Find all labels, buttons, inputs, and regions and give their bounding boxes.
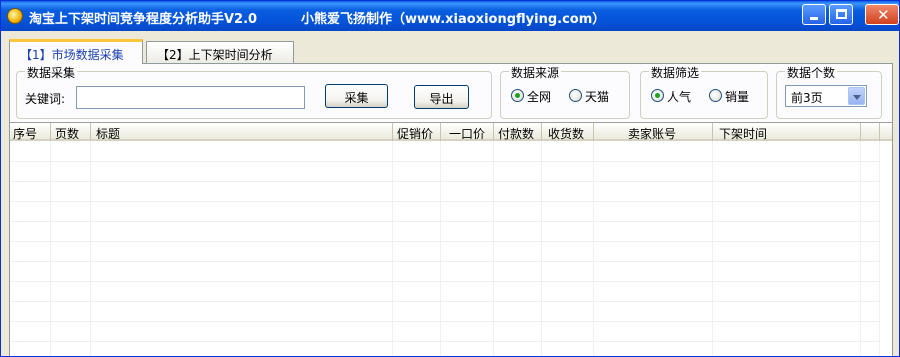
minimize-icon bbox=[810, 17, 818, 20]
grid-line bbox=[440, 141, 441, 356]
grid-line bbox=[10, 221, 880, 222]
page-count-value: 前3页 bbox=[791, 91, 823, 105]
grid-line bbox=[593, 141, 594, 356]
window-title: 淘宝上下架时间竞争程度分析助手V2.0 bbox=[29, 12, 258, 27]
filter-sales-radio[interactable] bbox=[709, 89, 722, 102]
col-title[interactable]: 标题 bbox=[91, 123, 393, 141]
grid-line bbox=[10, 321, 880, 322]
grid-line bbox=[90, 141, 91, 356]
col-promo-price[interactable]: 促销价 bbox=[393, 123, 441, 141]
keyword-label: 关键词: bbox=[25, 92, 66, 106]
filter-popularity-radio[interactable] bbox=[651, 89, 664, 102]
col-fixed-price[interactable]: 一口价 bbox=[441, 123, 494, 141]
close-icon: ✕ bbox=[877, 6, 890, 24]
source-group-title: 数据来源 bbox=[509, 64, 562, 81]
grid-line bbox=[879, 141, 880, 356]
col-seller[interactable]: 卖家账号 bbox=[594, 123, 713, 141]
grid-line bbox=[10, 201, 880, 202]
col-received-count[interactable]: 收货数 bbox=[542, 123, 594, 141]
source-all-radio[interactable] bbox=[511, 89, 524, 102]
tab-time-analysis[interactable]: 【2】上下架时间分析 bbox=[146, 41, 294, 63]
tab-panel: 数据采集 关键词: 采集 导出 数据来源 全网 天猫 数据筛选 人气 销量 数据… bbox=[9, 63, 893, 356]
filter-group: 数据筛选 人气 销量 bbox=[640, 64, 768, 119]
filter-group-title: 数据筛选 bbox=[649, 64, 702, 81]
filter-sales-label: 销量 bbox=[725, 90, 750, 104]
source-group: 数据来源 全网 天猫 bbox=[500, 64, 630, 119]
app-icon bbox=[7, 8, 23, 24]
col-index[interactable]: 序号 bbox=[10, 123, 51, 141]
grid-line bbox=[50, 141, 51, 356]
chevron-down-icon[interactable] bbox=[848, 87, 865, 105]
grid-line bbox=[493, 141, 494, 356]
table-header: 序号 页数 标题 促销价 一口价 付款数 收货数 卖家账号 下架时间 bbox=[10, 123, 892, 141]
app-window: 淘宝上下架时间竞争程度分析助手V2.0 小熊爱飞扬制作（www.xiaoxion… bbox=[0, 0, 900, 357]
grid-line bbox=[10, 261, 880, 262]
grid-line bbox=[10, 181, 880, 182]
grid-line bbox=[541, 141, 542, 356]
source-tmall-radio[interactable] bbox=[569, 89, 582, 102]
minimize-button[interactable] bbox=[802, 4, 826, 25]
grid-line bbox=[10, 241, 880, 242]
col-delist-time[interactable]: 下架时间 bbox=[713, 123, 861, 141]
count-group-title: 数据个数 bbox=[785, 64, 838, 81]
col-paid-count[interactable]: 付款数 bbox=[494, 123, 542, 141]
maximize-icon bbox=[836, 9, 847, 19]
grid-line bbox=[712, 141, 713, 356]
collect-button[interactable]: 采集 bbox=[325, 84, 388, 108]
count-group: 数据个数 前3页 bbox=[776, 64, 882, 119]
grid-line bbox=[10, 281, 880, 282]
source-all-label: 全网 bbox=[527, 90, 552, 104]
results-table[interactable]: 序号 页数 标题 促销价 一口价 付款数 收货数 卖家账号 下架时间 bbox=[10, 122, 892, 356]
export-button[interactable]: 导出 bbox=[414, 85, 469, 109]
collect-group: 数据采集 关键词: 采集 导出 bbox=[16, 64, 492, 119]
grid-line bbox=[10, 341, 880, 342]
col-filler bbox=[861, 123, 880, 141]
source-tmall-label: 天猫 bbox=[585, 90, 610, 104]
keyword-input[interactable] bbox=[76, 86, 305, 109]
grid-line bbox=[10, 161, 880, 162]
col-page[interactable]: 页数 bbox=[51, 123, 91, 141]
close-button[interactable]: ✕ bbox=[865, 4, 899, 25]
window-subtitle: 小熊爱飞扬制作（www.xiaoxiongflying.com） bbox=[301, 12, 606, 27]
title-bar[interactable]: 淘宝上下架时间竞争程度分析助手V2.0 小熊爱飞扬制作（www.xiaoxion… bbox=[1, 1, 899, 31]
tab-market-data[interactable]: 【1】市场数据采集 bbox=[9, 39, 143, 64]
page-count-select[interactable]: 前3页 bbox=[785, 85, 867, 107]
grid-line bbox=[10, 301, 880, 302]
collect-group-title: 数据采集 bbox=[25, 64, 78, 81]
grid-line bbox=[392, 141, 393, 356]
filter-popularity-label: 人气 bbox=[667, 90, 692, 104]
maximize-button[interactable] bbox=[829, 4, 853, 25]
grid-line bbox=[860, 141, 861, 356]
